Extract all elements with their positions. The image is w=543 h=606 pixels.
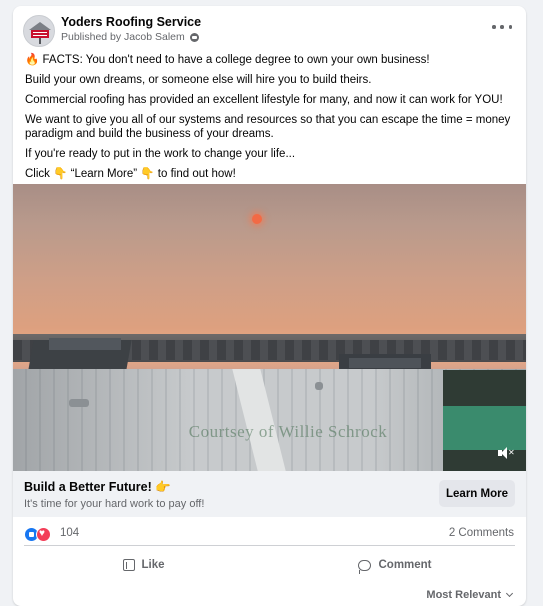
post-line: Build your own dreams, or someone else w… (25, 74, 372, 86)
published-by-text: Published by Jacob Salem (61, 31, 185, 43)
post-line: Click 👇 “Learn More” 👇 to find out how! (25, 168, 236, 180)
more-options-icon[interactable] (492, 20, 512, 34)
mute-icon[interactable]: ✕ (498, 447, 515, 459)
post-line: If you're ready to put in the work to ch… (25, 148, 296, 160)
post-header: Yoders Roofing Service Published by Jaco… (13, 6, 526, 50)
post-line: Commercial roofing has provided an excel… (25, 94, 503, 106)
sort-label: Most Relevant (426, 589, 501, 601)
like-label: Like (141, 559, 165, 571)
page-name-link[interactable]: Yoders Roofing Service (61, 15, 201, 29)
post-line: 🔥 FACTS: You don't need to have a colleg… (25, 54, 430, 66)
video-watermark: Courtsey of Willie Schrock (188, 422, 388, 441)
comment-label: Comment (378, 559, 432, 571)
video-player[interactable]: Courtsey of Willie Schrock ✕ (13, 184, 526, 471)
cta-bar[interactable]: Build a Better Future! 👉 It's time for y… (13, 471, 526, 517)
published-by-line: Published by Jacob Salem (61, 31, 199, 43)
post-line: We want to give you all of our systems a… (25, 114, 511, 140)
comment-bubble-icon (358, 559, 372, 574)
action-bar: Like Comment (13, 547, 526, 583)
love-reaction-icon (36, 527, 51, 542)
like-button[interactable]: Like (24, 551, 264, 579)
cta-subtitle: It's time for your hard work to pay off! (24, 498, 205, 510)
cta-title[interactable]: Build a Better Future! 👉 (24, 480, 171, 495)
comment-sort-dropdown[interactable]: Most Relevant (426, 589, 514, 601)
reaction-icons[interactable] (24, 527, 54, 542)
comment-button[interactable]: Comment (275, 551, 515, 579)
thumbs-up-icon (123, 559, 136, 571)
comments-count-link[interactable]: 2 Comments (449, 527, 514, 539)
learn-more-button[interactable]: Learn More (439, 480, 515, 507)
yoders-logo-icon[interactable] (23, 15, 55, 47)
post-body-text: 🔥 FACTS: You don't need to have a colleg… (25, 53, 517, 187)
sun-in-video (252, 214, 262, 224)
reaction-count[interactable]: 104 (60, 527, 79, 539)
ad-post-card: Yoders Roofing Service Published by Jaco… (13, 6, 526, 606)
globe-icon (189, 32, 199, 42)
divider (24, 545, 515, 546)
